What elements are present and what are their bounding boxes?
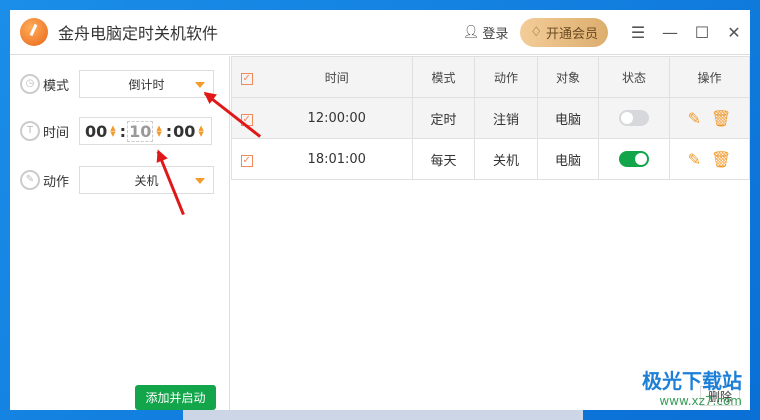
time-input[interactable]: 00 ▲ ▼: 10 ▲ ▼: 00 ▲ ▼	[79, 117, 212, 145]
cell-time: 18:01:00	[261, 138, 413, 180]
wrench-icon: ✎	[20, 170, 40, 190]
trash-icon[interactable]: 🗑︎	[711, 109, 731, 128]
cell-mode: 定时	[412, 97, 475, 139]
vip-label: 开通会员	[545, 27, 598, 42]
status-toggle[interactable]	[619, 151, 649, 167]
maximize-button[interactable]: ☐	[686, 23, 718, 42]
timer-icon: T	[20, 121, 40, 141]
user-icon: 👤︎	[462, 25, 480, 40]
trash-icon[interactable]: 🗑︎	[711, 150, 731, 169]
minutes-stepper[interactable]: ▲ ▼	[156, 125, 161, 138]
row-checkbox[interactable]: ✓	[231, 138, 262, 180]
header-time: 时间	[261, 56, 413, 98]
background-window	[183, 410, 583, 420]
add-and-start-button[interactable]: 添加并启动	[135, 385, 216, 410]
seconds-field[interactable]: 00	[173, 122, 195, 141]
menu-icon[interactable]: ☰	[622, 23, 654, 42]
minimize-button[interactable]: —	[654, 23, 686, 42]
table-row: ✓ 18:01:00 每天 关机 电脑 ✎ 🗑︎	[231, 138, 750, 180]
title-bar: 金舟电脑定时关机软件 👤︎ 登录 ♢ 开通会员 ☰ — ☐ ✕	[10, 10, 750, 55]
watermark-name: 极光下载站	[642, 369, 742, 393]
seconds-stepper[interactable]: ▲ ▼	[198, 125, 203, 138]
table-row: ✓ 12:00:00 定时 注销 电脑 ✎ 🗑︎	[231, 97, 750, 139]
action-value: 关机	[134, 173, 159, 188]
login-label: 登录	[482, 27, 509, 42]
app-logo-icon	[20, 18, 48, 46]
edit-icon[interactable]: ✎	[688, 150, 701, 169]
login-button[interactable]: 👤︎ 登录	[463, 23, 509, 42]
header-status: 状态	[598, 56, 670, 98]
diamond-icon: ♢	[530, 25, 542, 40]
task-table: ✓ 时间 模式 动作 对象 状态 操作 ✓ 12:00:00 定时 注销 电脑 …	[231, 56, 750, 180]
app-window: 金舟电脑定时关机软件 👤︎ 登录 ♢ 开通会员 ☰ — ☐ ✕ ◷ 模式 倒计时 T…	[10, 10, 750, 410]
mode-label: 模式	[43, 78, 70, 94]
cell-action: 注销	[474, 97, 538, 139]
minutes-field[interactable]: 10	[127, 120, 154, 142]
cell-mode: 每天	[412, 138, 475, 180]
app-title: 金舟电脑定时关机软件	[58, 24, 219, 43]
chevron-down-icon	[195, 82, 205, 88]
alarm-clock-icon: ◷	[20, 74, 40, 94]
watermark-logo: 极光下载站 www.xz7.com	[642, 365, 742, 408]
action-label: 动作	[43, 174, 70, 190]
mode-select[interactable]: 倒计时	[79, 70, 214, 98]
vip-button[interactable]: ♢ 开通会员	[520, 18, 608, 47]
edit-icon[interactable]: ✎	[688, 109, 701, 128]
header-target: 对象	[537, 56, 599, 98]
cell-target: 电脑	[537, 97, 599, 139]
action-select[interactable]: 关机	[79, 166, 214, 194]
close-button[interactable]: ✕	[718, 23, 750, 42]
header-action: 动作	[474, 56, 538, 98]
cell-target: 电脑	[537, 138, 599, 180]
watermark-url: www.xz7.com	[659, 394, 742, 408]
time-label: 时间	[43, 125, 70, 141]
chevron-down-icon	[195, 178, 205, 184]
table-header: ✓ 时间 模式 动作 对象 状态 操作	[231, 56, 750, 98]
header-mode: 模式	[412, 56, 475, 98]
status-toggle[interactable]	[619, 110, 649, 126]
cell-time: 12:00:00	[261, 97, 413, 139]
cell-action: 关机	[474, 138, 538, 180]
hours-field[interactable]: 00	[85, 122, 107, 141]
settings-panel: ◷ 模式 倒计时 T 时间 00 ▲ ▼: 10 ▲ ▼: 00 ▲ ▼ ✎ 动作 关机 添…	[10, 56, 230, 410]
mode-value: 倒计时	[128, 77, 165, 92]
hours-stepper[interactable]: ▲ ▼	[110, 125, 115, 138]
header-operations: 操作	[669, 56, 750, 98]
select-all-checkbox[interactable]: ✓	[231, 56, 262, 98]
